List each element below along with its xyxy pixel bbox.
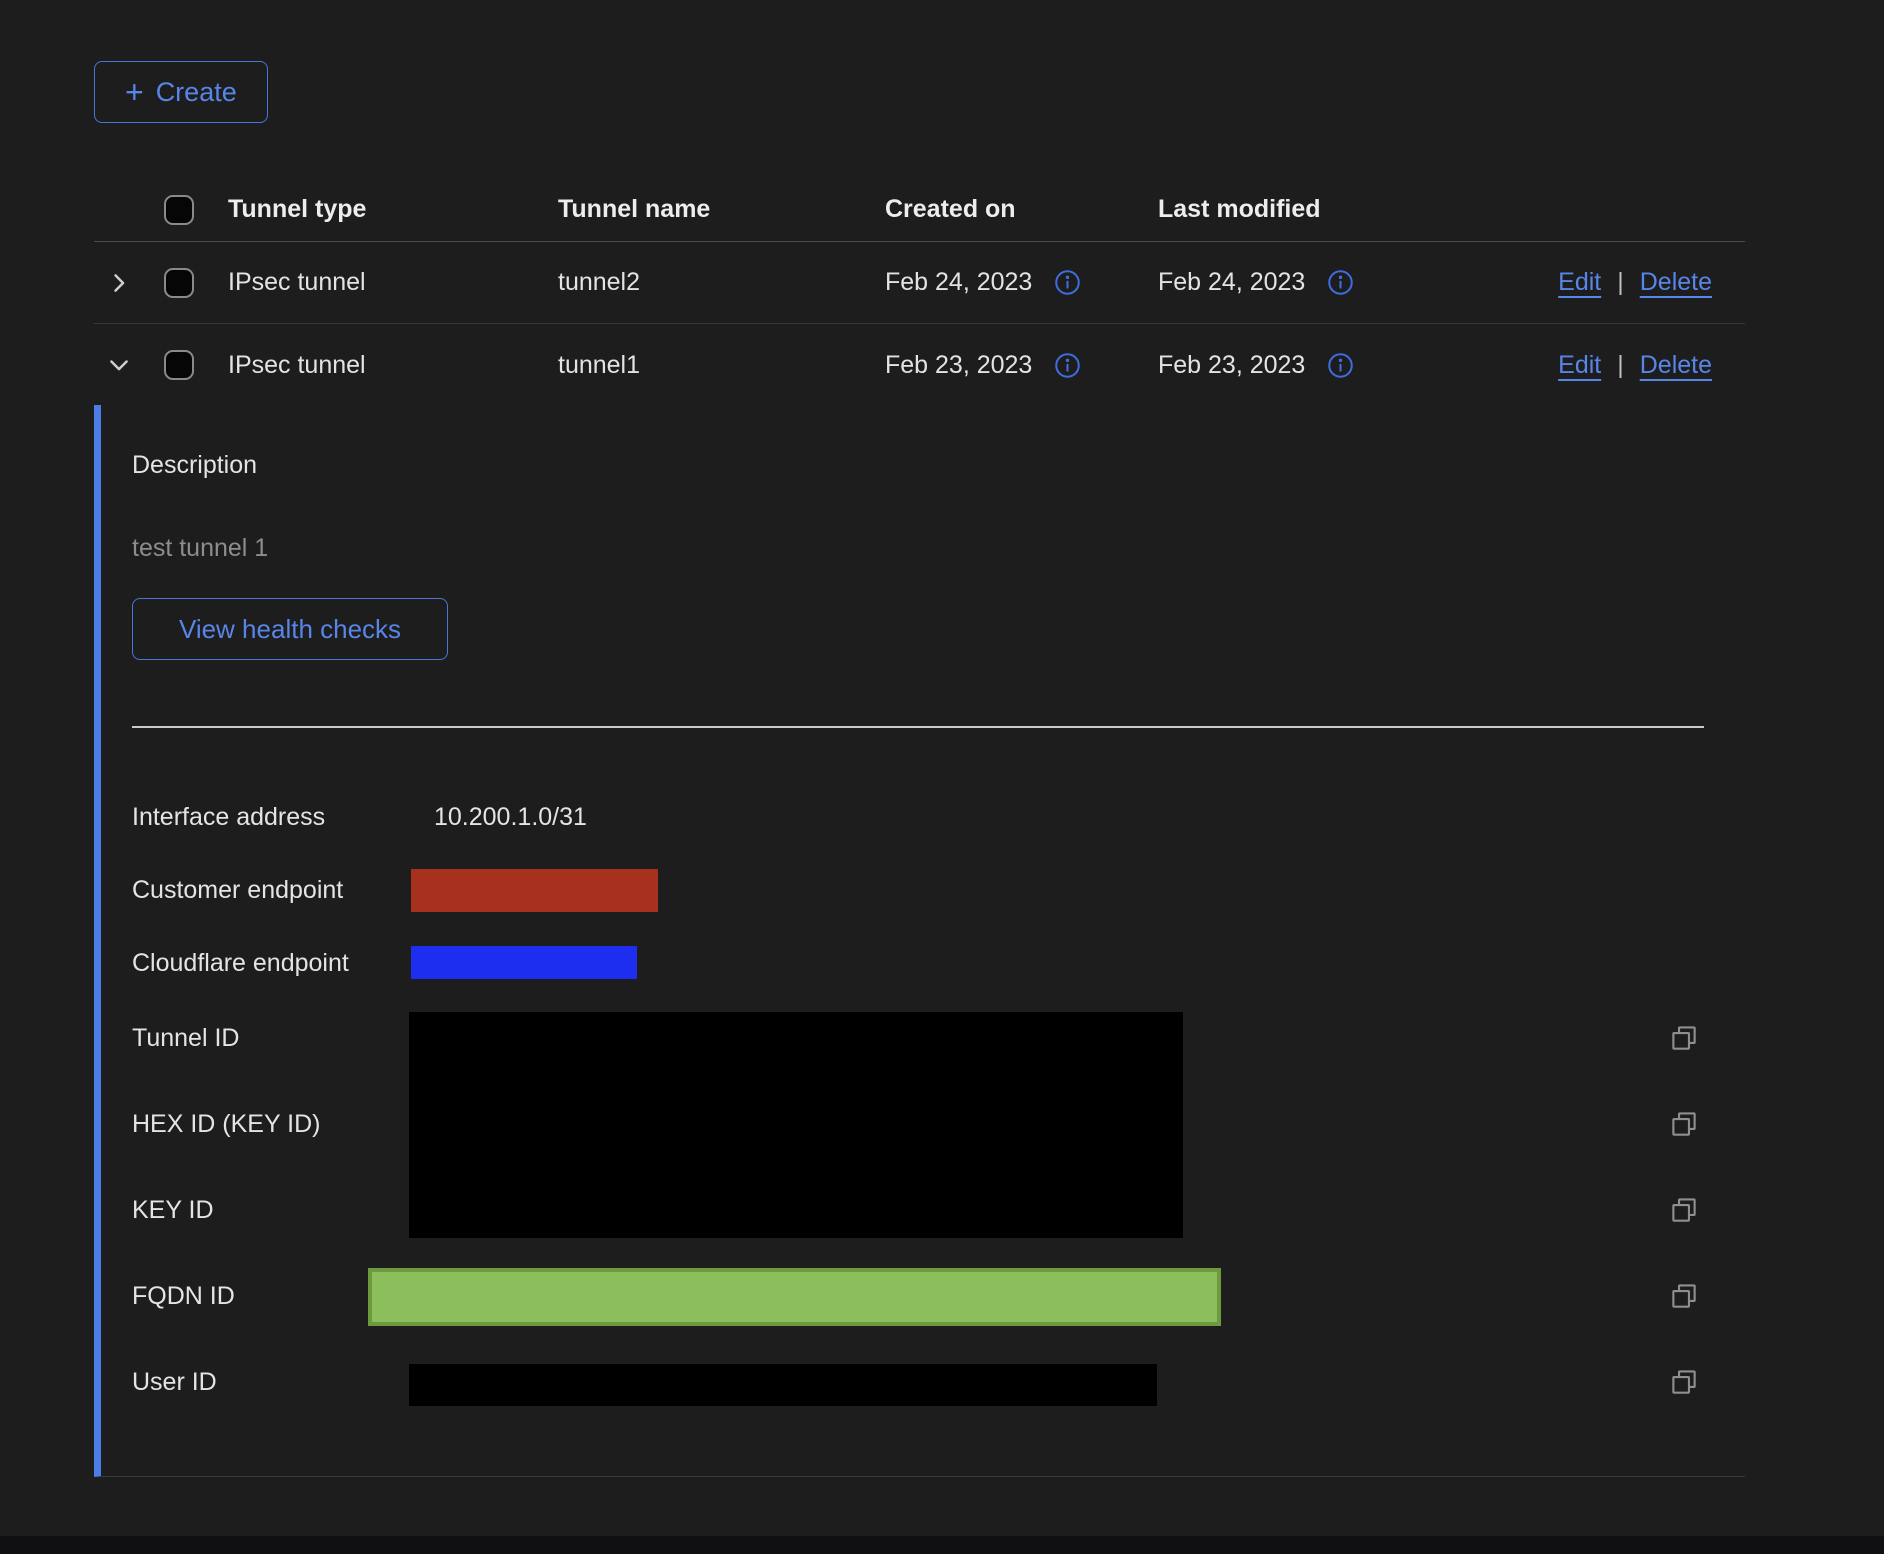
- created-on-value: Feb 24, 2023: [885, 268, 1032, 297]
- fqdn-id-redaction: [368, 1268, 1221, 1326]
- row-checkbox[interactable]: [164, 350, 194, 380]
- chevron-right-icon[interactable]: [105, 269, 133, 297]
- tunnel-name-cell: tunnel1: [544, 351, 871, 380]
- bottom-strip: [0, 1536, 1884, 1554]
- table-header-row: Tunnel type Tunnel name Created on Last …: [94, 178, 1745, 242]
- last-modified-value: Feb 23, 2023: [1158, 351, 1305, 380]
- fqdn-id-label: FQDN ID: [132, 1281, 235, 1311]
- delete-link[interactable]: Delete: [1640, 351, 1712, 380]
- copy-icon[interactable]: [1667, 1107, 1701, 1141]
- create-button[interactable]: + Create: [94, 61, 268, 123]
- ids-redaction-block: [409, 1012, 1183, 1238]
- select-all-checkbox[interactable]: [164, 195, 194, 225]
- plus-icon: +: [125, 76, 144, 108]
- description-label: Description: [132, 450, 257, 480]
- header-created-on: Created on: [871, 195, 1144, 224]
- cloudflare-endpoint-redaction: [411, 946, 637, 979]
- tunnel-type-cell: IPsec tunnel: [214, 351, 544, 380]
- tunnel-details-panel: Description test tunnel 1 View health ch…: [94, 405, 1745, 1477]
- header-tunnel-type: Tunnel type: [214, 195, 544, 224]
- interface-address-value: 10.200.1.0/31: [434, 802, 587, 832]
- customer-endpoint-redaction: [411, 869, 658, 912]
- actions-separator: |: [1617, 351, 1624, 380]
- row-checkbox[interactable]: [164, 268, 194, 298]
- actions-separator: |: [1617, 268, 1624, 297]
- cloudflare-endpoint-label: Cloudflare endpoint: [132, 948, 349, 978]
- info-circle-icon[interactable]: [1327, 352, 1354, 379]
- info-circle-icon[interactable]: [1054, 352, 1081, 379]
- copy-icon[interactable]: [1667, 1021, 1701, 1055]
- key-id-label: KEY ID: [132, 1195, 214, 1225]
- copy-icon[interactable]: [1667, 1193, 1701, 1227]
- tunnel-id-label: Tunnel ID: [132, 1023, 239, 1053]
- user-id-label: User ID: [132, 1367, 217, 1397]
- chevron-down-icon[interactable]: [105, 351, 133, 379]
- copy-icon[interactable]: [1667, 1365, 1701, 1399]
- description-value: test tunnel 1: [132, 533, 268, 563]
- header-last-modified: Last modified: [1144, 195, 1745, 224]
- created-on-value: Feb 23, 2023: [885, 351, 1032, 380]
- create-button-label: Create: [156, 77, 237, 108]
- hex-id-label: HEX ID (KEY ID): [132, 1109, 320, 1139]
- view-health-checks-button[interactable]: View health checks: [132, 598, 448, 660]
- customer-endpoint-label: Customer endpoint: [132, 875, 343, 905]
- table-row: IPsec tunnel tunnel2 Feb 24, 2023 Feb 24…: [94, 242, 1745, 324]
- user-id-redaction: [409, 1364, 1157, 1406]
- info-circle-icon[interactable]: [1054, 269, 1081, 296]
- delete-link[interactable]: Delete: [1640, 268, 1712, 297]
- header-tunnel-name: Tunnel name: [544, 195, 871, 224]
- edit-link[interactable]: Edit: [1558, 351, 1601, 380]
- tunnels-table: Tunnel type Tunnel name Created on Last …: [94, 178, 1745, 406]
- tunnels-page: + Create Tunnel type Tunnel name Created…: [0, 0, 1884, 1554]
- tunnel-type-cell: IPsec tunnel: [214, 268, 544, 297]
- edit-link[interactable]: Edit: [1558, 268, 1601, 297]
- tunnel-name-cell: tunnel2: [544, 268, 871, 297]
- interface-address-label: Interface address: [132, 802, 325, 832]
- table-row: IPsec tunnel tunnel1 Feb 23, 2023 Feb 23…: [94, 324, 1745, 406]
- copy-icon[interactable]: [1667, 1279, 1701, 1313]
- details-divider: [132, 726, 1704, 728]
- last-modified-value: Feb 24, 2023: [1158, 268, 1305, 297]
- info-circle-icon[interactable]: [1327, 269, 1354, 296]
